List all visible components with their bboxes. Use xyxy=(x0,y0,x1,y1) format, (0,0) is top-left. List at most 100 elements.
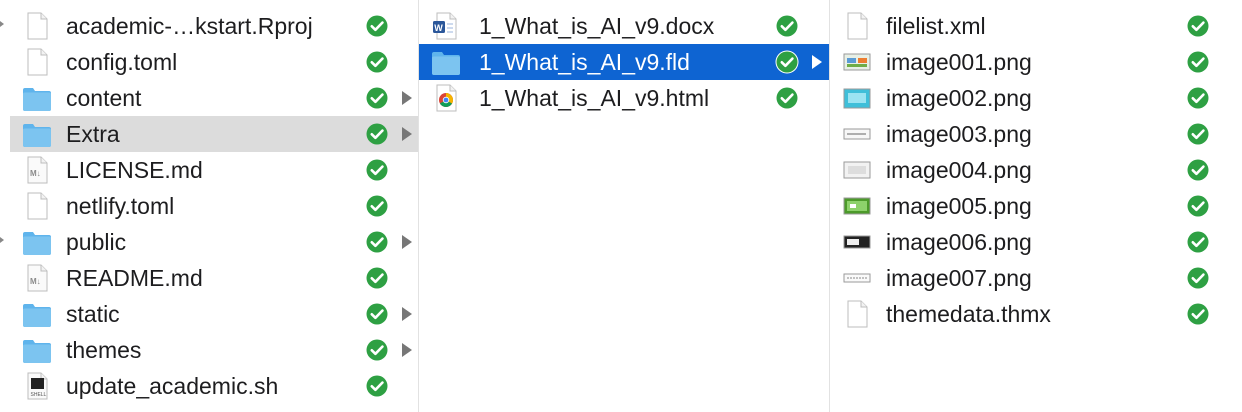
blank-document-icon xyxy=(22,12,52,40)
item-name: academic-…kstart.Rproj xyxy=(66,13,313,39)
finder-column-2[interactable]: W 1_What_is_AI_v9.docx 1_What_is_AI_v9.fld… xyxy=(419,0,830,412)
blank-document-icon xyxy=(842,12,872,40)
item-name: config.toml xyxy=(66,49,178,75)
folder-row[interactable]: static xyxy=(10,296,418,332)
sync-status-check-icon xyxy=(365,374,389,398)
file-row[interactable]: SHELL update_academic.sh xyxy=(10,368,418,404)
file-row[interactable]: 1_What_is_AI_v9.html xyxy=(419,80,829,116)
item-name: 1_What_is_AI_v9.html xyxy=(479,85,710,111)
item-name: themedata.thmx xyxy=(886,301,1051,327)
folder-row[interactable]: 1_What_is_AI_v9.fld xyxy=(419,44,829,80)
item-name: static xyxy=(66,301,120,327)
sync-status-check-icon xyxy=(775,50,799,74)
shell-script-icon: SHELL xyxy=(22,372,52,400)
disclosure-triangle-icon xyxy=(0,237,4,243)
folder-row[interactable]: content xyxy=(10,80,418,116)
folder-row[interactable]: Extra xyxy=(10,116,418,152)
file-row[interactable]: image007.png xyxy=(830,260,1242,296)
file-row[interactable]: M↓ README.md xyxy=(10,260,418,296)
sync-status-check-icon xyxy=(365,122,389,146)
sync-status-check-icon xyxy=(365,14,389,38)
chrome-html-icon xyxy=(431,84,461,112)
folder-row[interactable]: public xyxy=(10,224,418,260)
sync-status-check-icon xyxy=(365,194,389,218)
sync-status-check-icon xyxy=(1186,302,1210,326)
item-name: image007.png xyxy=(886,265,1032,291)
svg-text:M↓: M↓ xyxy=(30,277,41,286)
markdown-document-icon: M↓ xyxy=(22,264,52,292)
disclosure-triangle-icon xyxy=(0,21,4,27)
item-name: image003.png xyxy=(886,121,1032,147)
disclosure-arrow-icon[interactable] xyxy=(402,307,412,321)
file-row[interactable]: M↓ LICENSE.md xyxy=(10,152,418,188)
item-name: public xyxy=(66,229,127,255)
sync-status-check-icon xyxy=(1186,122,1210,146)
sync-status-check-icon xyxy=(365,338,389,362)
item-name: LICENSE.md xyxy=(66,157,203,183)
item-name: 1_What_is_AI_v9.fld xyxy=(479,49,690,75)
sync-status-check-icon xyxy=(775,14,799,38)
file-row[interactable]: academic-…kstart.Rproj xyxy=(10,8,418,44)
svg-text:SHELL: SHELL xyxy=(31,392,47,398)
file-row[interactable]: themedata.thmx xyxy=(830,296,1242,332)
file-row[interactable]: W 1_What_is_AI_v9.docx xyxy=(419,8,829,44)
item-name: content xyxy=(66,85,142,111)
item-name: image006.png xyxy=(886,229,1032,255)
image-thumbnail-icon xyxy=(842,120,872,148)
sync-status-check-icon xyxy=(1186,86,1210,110)
item-name: Extra xyxy=(66,121,120,147)
file-row[interactable]: config.toml xyxy=(10,44,418,80)
sync-status-check-icon xyxy=(365,158,389,182)
image-thumbnail-icon xyxy=(842,84,872,112)
sync-status-check-icon xyxy=(365,86,389,110)
file-row[interactable]: filelist.xml xyxy=(830,8,1242,44)
disclosure-arrow-icon[interactable] xyxy=(402,343,412,357)
sync-status-check-icon xyxy=(365,302,389,326)
disclosure-arrow-icon[interactable] xyxy=(402,235,412,249)
file-row[interactable]: netlify.toml xyxy=(10,188,418,224)
sync-status-check-icon xyxy=(775,86,799,110)
folder-icon xyxy=(22,120,52,148)
blank-document-icon xyxy=(842,300,872,328)
item-name: image004.png xyxy=(886,157,1032,183)
file-row[interactable]: image003.png xyxy=(830,116,1242,152)
sync-status-check-icon xyxy=(1186,194,1210,218)
sync-status-check-icon xyxy=(365,230,389,254)
disclosure-arrow-icon[interactable] xyxy=(402,127,412,141)
svg-text:M↓: M↓ xyxy=(30,169,41,178)
folder-row[interactable]: themes xyxy=(10,332,418,368)
item-name: README.md xyxy=(66,265,203,291)
sync-status-check-icon xyxy=(1186,230,1210,254)
item-name: image005.png xyxy=(886,193,1032,219)
item-name: themes xyxy=(66,337,142,363)
image-thumbnail-icon xyxy=(842,48,872,76)
file-row[interactable]: image002.png xyxy=(830,80,1242,116)
file-row[interactable]: image005.png xyxy=(830,188,1242,224)
image-thumbnail-icon xyxy=(842,264,872,292)
file-row[interactable]: image006.png xyxy=(830,224,1242,260)
folder-icon xyxy=(431,48,461,76)
folder-icon xyxy=(22,336,52,364)
item-name: image001.png xyxy=(886,49,1032,75)
blank-document-icon xyxy=(22,48,52,76)
disclosure-arrow-icon[interactable] xyxy=(812,55,822,69)
item-name: 1_What_is_AI_v9.docx xyxy=(479,13,715,39)
parent-column-edge xyxy=(0,0,10,412)
markdown-document-icon: M↓ xyxy=(22,156,52,184)
file-row[interactable]: image001.png xyxy=(830,44,1242,80)
image-thumbnail-icon xyxy=(842,156,872,184)
finder-column-3[interactable]: filelist.xml image001.png image002.png imag… xyxy=(830,0,1242,412)
item-name: filelist.xml xyxy=(886,13,986,39)
blank-document-icon xyxy=(22,192,52,220)
disclosure-arrow-icon[interactable] xyxy=(402,91,412,105)
svg-text:W: W xyxy=(434,23,443,33)
sync-status-check-icon xyxy=(1186,14,1210,38)
item-name: image002.png xyxy=(886,85,1032,111)
sync-status-check-icon xyxy=(1186,50,1210,74)
folder-icon xyxy=(22,228,52,256)
item-name: update_academic.sh xyxy=(66,373,279,399)
finder-column-1[interactable]: academic-…kstart.Rproj config.toml content… xyxy=(10,0,419,412)
word-document-icon: W xyxy=(431,12,461,40)
folder-icon xyxy=(22,300,52,328)
file-row[interactable]: image004.png xyxy=(830,152,1242,188)
